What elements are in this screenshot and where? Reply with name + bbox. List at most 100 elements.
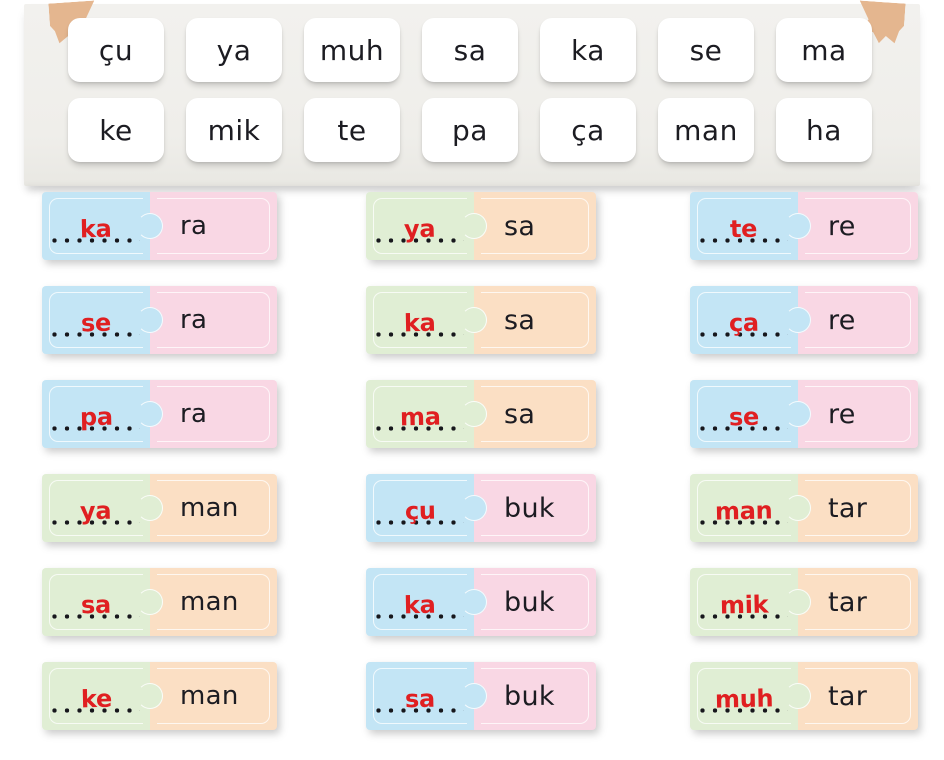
puzzle-piece-answer-half[interactable]: ka bbox=[42, 192, 163, 260]
puzzle-piece[interactable]: se re bbox=[690, 380, 918, 448]
puzzle-piece-answer-half[interactable]: ya bbox=[366, 192, 487, 260]
handwritten-answer: çu bbox=[404, 496, 436, 526]
answer-slot[interactable]: se bbox=[50, 300, 142, 340]
syllable-tile[interactable]: ka bbox=[540, 18, 636, 82]
answer-slot[interactable]: sa bbox=[374, 676, 466, 716]
puzzle-piece-answer-half[interactable]: te bbox=[690, 192, 811, 260]
handwritten-answer: ya bbox=[80, 496, 112, 526]
puzzle-piece[interactable]: ka sa bbox=[366, 286, 596, 354]
puzzle-piece[interactable]: man tar bbox=[690, 474, 918, 542]
handwritten-answer: ma bbox=[399, 402, 441, 432]
puzzle-syllable-label: buk bbox=[504, 680, 555, 712]
puzzle-piece-answer-half[interactable]: ka bbox=[366, 286, 487, 354]
puzzle-piece-answer-half[interactable]: ça bbox=[690, 286, 811, 354]
handwritten-answer: ka bbox=[79, 214, 113, 244]
handwritten-answer: ya bbox=[404, 214, 436, 244]
puzzle-piece[interactable]: çu buk bbox=[366, 474, 596, 542]
puzzle-piece-answer-half[interactable]: ke bbox=[42, 662, 163, 730]
answer-slot[interactable]: ka bbox=[374, 582, 466, 622]
puzzle-piece[interactable]: se ra bbox=[42, 286, 277, 354]
puzzle-column-2: ya sa ka sa ma sa çu buk ka buk sa buk bbox=[366, 192, 656, 756]
puzzle-piece-answer-half[interactable]: muh bbox=[690, 662, 811, 730]
puzzle-syllable-label: sa bbox=[504, 304, 536, 336]
puzzle-piece[interactable]: ya sa bbox=[366, 192, 596, 260]
puzzle-piece-answer-half[interactable]: ma bbox=[366, 380, 487, 448]
answer-slot[interactable]: ka bbox=[374, 300, 466, 340]
puzzle-piece-answer-half[interactable]: se bbox=[690, 380, 811, 448]
handwritten-answer: ka bbox=[403, 308, 437, 338]
handwritten-answer: ke bbox=[80, 684, 112, 714]
syllable-tile[interactable]: ya bbox=[186, 18, 282, 82]
puzzle-syllable-label: sa bbox=[504, 210, 536, 242]
puzzle-piece-syllable-half: buk bbox=[474, 474, 596, 542]
syllable-tile[interactable]: pa bbox=[422, 98, 518, 162]
puzzle-piece[interactable]: ma sa bbox=[366, 380, 596, 448]
answer-slot[interactable]: mik bbox=[698, 582, 790, 622]
puzzle-piece-syllable-half: tar bbox=[798, 662, 918, 730]
puzzle-piece[interactable]: te re bbox=[690, 192, 918, 260]
puzzle-syllable-label: ra bbox=[180, 399, 208, 429]
answer-slot[interactable]: ke bbox=[50, 676, 142, 716]
handwritten-answer: ça bbox=[728, 308, 760, 338]
puzzle-syllable-label: tar bbox=[828, 492, 868, 524]
puzzle-piece-answer-half[interactable]: çu bbox=[366, 474, 487, 542]
puzzle-piece[interactable]: sa buk bbox=[366, 662, 596, 730]
puzzle-syllable-label: tar bbox=[828, 680, 868, 712]
puzzle-piece-answer-half[interactable]: sa bbox=[42, 568, 163, 636]
puzzle-piece-answer-half[interactable]: sa bbox=[366, 662, 487, 730]
puzzle-piece[interactable]: sa man bbox=[42, 568, 277, 636]
puzzle-piece-answer-half[interactable]: ya bbox=[42, 474, 163, 542]
handwritten-answer: man bbox=[714, 496, 773, 526]
puzzle-piece-syllable-half: ra bbox=[150, 286, 277, 354]
syllable-tile[interactable]: man bbox=[658, 98, 754, 162]
answer-slot[interactable]: te bbox=[698, 206, 790, 246]
syllable-tile[interactable]: ma bbox=[776, 18, 872, 82]
syllable-tile[interactable]: se bbox=[658, 18, 754, 82]
puzzle-piece-syllable-half: man bbox=[150, 568, 277, 636]
puzzle-piece[interactable]: mik tar bbox=[690, 568, 918, 636]
puzzle-syllable-label: re bbox=[828, 210, 856, 242]
syllable-tile[interactable]: ke bbox=[68, 98, 164, 162]
syllable-tile[interactable]: ha bbox=[776, 98, 872, 162]
puzzle-piece-answer-half[interactable]: mik bbox=[690, 568, 811, 636]
handwritten-answer: sa bbox=[80, 590, 112, 620]
puzzle-syllable-label: man bbox=[180, 681, 239, 711]
syllable-tile[interactable]: mik bbox=[186, 98, 282, 162]
answer-slot[interactable]: muh bbox=[698, 676, 790, 716]
puzzle-piece-answer-half[interactable]: pa bbox=[42, 380, 163, 448]
answer-slot[interactable]: ya bbox=[374, 206, 466, 246]
puzzle-piece[interactable]: ke man bbox=[42, 662, 277, 730]
syllable-tile[interactable]: muh bbox=[304, 18, 400, 82]
answer-slot[interactable]: ma bbox=[374, 394, 466, 434]
puzzle-piece-syllable-half: tar bbox=[798, 474, 918, 542]
answer-slot[interactable]: pa bbox=[50, 394, 142, 434]
puzzle-piece-answer-half[interactable]: ka bbox=[366, 568, 487, 636]
puzzle-syllable-label: man bbox=[180, 587, 239, 617]
puzzle-piece-syllable-half: sa bbox=[474, 380, 596, 448]
answer-slot[interactable]: çu bbox=[374, 488, 466, 528]
answer-slot[interactable]: ka bbox=[50, 206, 142, 246]
syllable-tile[interactable]: sa bbox=[422, 18, 518, 82]
handwritten-answer: ka bbox=[403, 590, 437, 620]
puzzle-piece[interactable]: muh tar bbox=[690, 662, 918, 730]
answer-slot[interactable]: sa bbox=[50, 582, 142, 622]
answer-slot[interactable]: ça bbox=[698, 300, 790, 340]
syllable-tile[interactable]: çu bbox=[68, 18, 164, 82]
puzzle-piece-syllable-half: sa bbox=[474, 286, 596, 354]
answer-slot[interactable]: se bbox=[698, 394, 790, 434]
puzzle-piece[interactable]: ka ra bbox=[42, 192, 277, 260]
syllable-tile[interactable]: ça bbox=[540, 98, 636, 162]
puzzle-piece[interactable]: ka buk bbox=[366, 568, 596, 636]
answer-slot[interactable]: ya bbox=[50, 488, 142, 528]
puzzle-piece[interactable]: pa ra bbox=[42, 380, 277, 448]
puzzle-piece-answer-half[interactable]: man bbox=[690, 474, 811, 542]
puzzle-piece-syllable-half: re bbox=[798, 286, 918, 354]
puzzle-piece-answer-half[interactable]: se bbox=[42, 286, 163, 354]
puzzle-piece[interactable]: ya man bbox=[42, 474, 277, 542]
syllable-tile[interactable]: te bbox=[304, 98, 400, 162]
puzzle-syllable-label: re bbox=[828, 398, 856, 430]
puzzle-piece-syllable-half: man bbox=[150, 474, 277, 542]
puzzle-piece[interactable]: ça re bbox=[690, 286, 918, 354]
answer-slot[interactable]: man bbox=[698, 488, 790, 528]
handwritten-answer: muh bbox=[714, 684, 774, 714]
